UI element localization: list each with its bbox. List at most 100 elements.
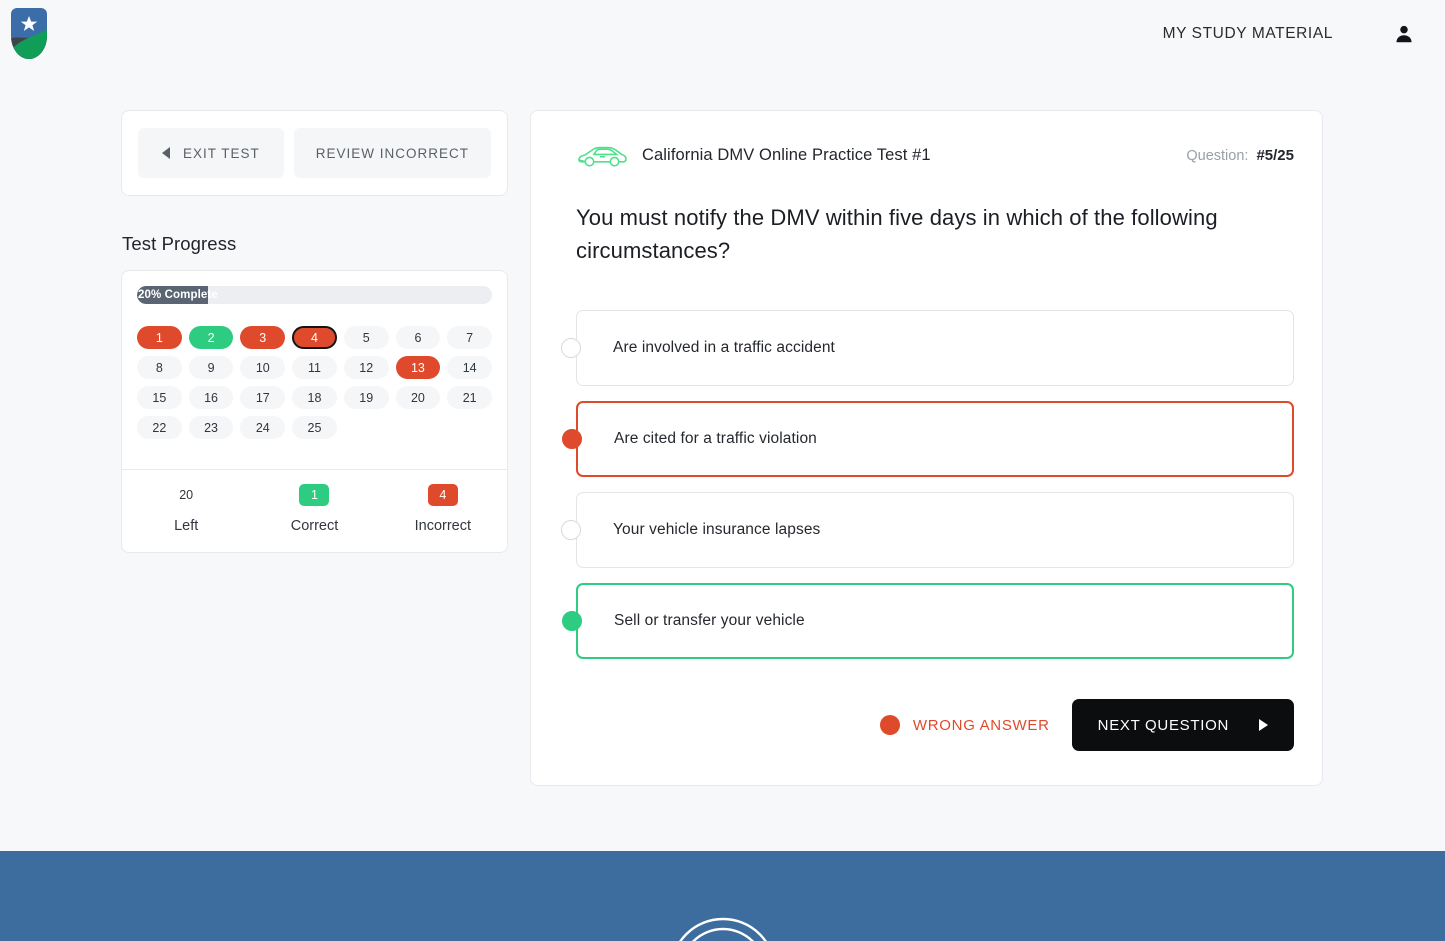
verdict-dot-icon [880, 715, 900, 735]
question-cell-13[interactable]: 13 [396, 356, 441, 379]
radio-indicator-icon[interactable] [562, 611, 582, 631]
question-cell-label: 7 [466, 331, 473, 345]
stat-incorrect: 4 Incorrect [379, 484, 507, 534]
question-cell-11[interactable]: 11 [292, 356, 337, 379]
question-cell-12[interactable]: 12 [344, 356, 389, 379]
stat-label: Correct [291, 518, 339, 534]
progress-bar-fill: 20% Complete [137, 286, 208, 304]
question-cell-label: 20 [411, 391, 425, 405]
question-cell-label: 17 [256, 391, 270, 405]
question-cell-label: 8 [156, 361, 163, 375]
question-cell-label: 11 [308, 361, 321, 375]
progress-bar-track: 20% Complete [137, 286, 492, 304]
answer-option-4[interactable]: Sell or transfer your vehicle [576, 583, 1294, 659]
question-cell-21[interactable]: 21 [447, 386, 492, 409]
question-cell-3[interactable]: 3 [240, 326, 285, 349]
next-question-label: NEXT QUESTION [1098, 717, 1229, 734]
test-progress-card: 20% Complete 123456789101112131415161718… [121, 270, 508, 553]
question-cell-15[interactable]: 15 [137, 386, 182, 409]
triangle-right-icon [1259, 719, 1268, 731]
stat-value-badge: 4 [428, 484, 458, 506]
question-counter-value: #5/25 [1256, 147, 1294, 164]
question-cell-19[interactable]: 19 [344, 386, 389, 409]
answer-option-label: Your vehicle insurance lapses [613, 521, 820, 539]
car-icon [576, 140, 628, 170]
test-progress-title: Test Progress [122, 233, 508, 255]
question-counter-label: Question: [1186, 148, 1248, 164]
question-cell-label: 22 [152, 421, 166, 435]
answer-option-label: Are cited for a traffic violation [614, 430, 817, 448]
question-cell-label: 9 [208, 361, 215, 375]
answer-option-label: Sell or transfer your vehicle [614, 612, 805, 630]
exit-test-label: EXIT TEST [183, 146, 260, 161]
question-cell-20[interactable]: 20 [396, 386, 441, 409]
question-cell-23[interactable]: 23 [189, 416, 234, 439]
question-number-grid: 1234567891011121314151617181920212223242… [137, 326, 492, 439]
answer-option-3[interactable]: Your vehicle insurance lapses [576, 492, 1294, 568]
question-cell-1[interactable]: 1 [137, 326, 182, 349]
question-card-header: California DMV Online Practice Test #1 Q… [576, 138, 1294, 172]
question-cell-4[interactable]: 4 [292, 326, 337, 349]
question-cell-9[interactable]: 9 [189, 356, 234, 379]
question-cell-label: 19 [359, 391, 373, 405]
answer-option-1[interactable]: Are involved in a traffic accident [576, 310, 1294, 386]
answer-option-label: Are involved in a traffic accident [613, 339, 835, 357]
stat-value-badge: 20 [170, 484, 202, 506]
next-question-button[interactable]: NEXT QUESTION [1072, 699, 1294, 751]
question-cell-10[interactable]: 10 [240, 356, 285, 379]
question-cell-label: 16 [204, 391, 218, 405]
question-actions-row: WRONG ANSWER NEXT QUESTION [576, 699, 1294, 751]
question-text: You must notify the DMV within five days… [576, 201, 1286, 267]
question-cell-label: 3 [259, 331, 266, 345]
question-cell-label: 4 [311, 331, 318, 345]
review-incorrect-label: REVIEW INCORRECT [316, 146, 469, 161]
question-cell-25[interactable]: 25 [292, 416, 337, 439]
progress-card-body: 20% Complete 123456789101112131415161718… [122, 271, 507, 469]
page-body: EXIT TEST REVIEW INCORRECT Test Progress… [0, 0, 1445, 851]
question-cell-label: 23 [204, 421, 218, 435]
question-cell-label: 21 [463, 391, 477, 405]
radio-indicator-icon[interactable] [562, 429, 582, 449]
question-cell-14[interactable]: 14 [447, 356, 492, 379]
question-cell-label: 6 [414, 331, 421, 345]
answer-verdict: WRONG ANSWER [880, 715, 1050, 735]
question-cell-16[interactable]: 16 [189, 386, 234, 409]
radio-indicator-icon[interactable] [561, 338, 581, 358]
question-cell-5[interactable]: 5 [344, 326, 389, 349]
test-toolbar-card: EXIT TEST REVIEW INCORRECT [121, 110, 508, 196]
stat-correct: 1Correct [250, 484, 378, 534]
question-cell-22[interactable]: 22 [137, 416, 182, 439]
question-counter: Question: #5/25 [1186, 147, 1294, 164]
question-cell-label: 14 [463, 361, 477, 375]
question-cell-label: 18 [308, 391, 322, 405]
exit-test-button[interactable]: EXIT TEST [138, 128, 284, 178]
question-cell-label: 24 [256, 421, 270, 435]
question-cell-2[interactable]: 2 [189, 326, 234, 349]
triangle-left-icon [162, 147, 170, 159]
answer-options-list: Are involved in a traffic accident Are ci… [576, 310, 1294, 659]
question-cell-label: 13 [411, 361, 425, 375]
test-title: California DMV Online Practice Test #1 [642, 146, 931, 165]
question-cell-label: 25 [308, 421, 322, 435]
stat-left: 20Left [122, 484, 250, 534]
question-cell-24[interactable]: 24 [240, 416, 285, 439]
test-stats-row: 20Left1Correct 4 Incorrect [122, 469, 507, 552]
question-cell-8[interactable]: 8 [137, 356, 182, 379]
page-footer [0, 851, 1445, 941]
stat-label: Incorrect [415, 518, 471, 534]
question-cell-17[interactable]: 17 [240, 386, 285, 409]
review-incorrect-button[interactable]: REVIEW INCORRECT [294, 128, 491, 178]
question-cell-18[interactable]: 18 [292, 386, 337, 409]
concentric-circles-mark [663, 911, 783, 941]
question-cell-label: 15 [152, 391, 166, 405]
question-cell-7[interactable]: 7 [447, 326, 492, 349]
question-cell-label: 1 [156, 331, 163, 345]
answer-option-2[interactable]: Are cited for a traffic violation [576, 401, 1294, 477]
left-sidebar: EXIT TEST REVIEW INCORRECT Test Progress… [121, 110, 508, 553]
radio-indicator-icon[interactable] [561, 520, 581, 540]
question-card: California DMV Online Practice Test #1 Q… [530, 110, 1323, 786]
question-cell-label: 2 [208, 331, 215, 345]
progress-percent-label: 20% Complete [137, 289, 218, 301]
question-cell-label: 12 [359, 361, 373, 375]
question-cell-6[interactable]: 6 [396, 326, 441, 349]
